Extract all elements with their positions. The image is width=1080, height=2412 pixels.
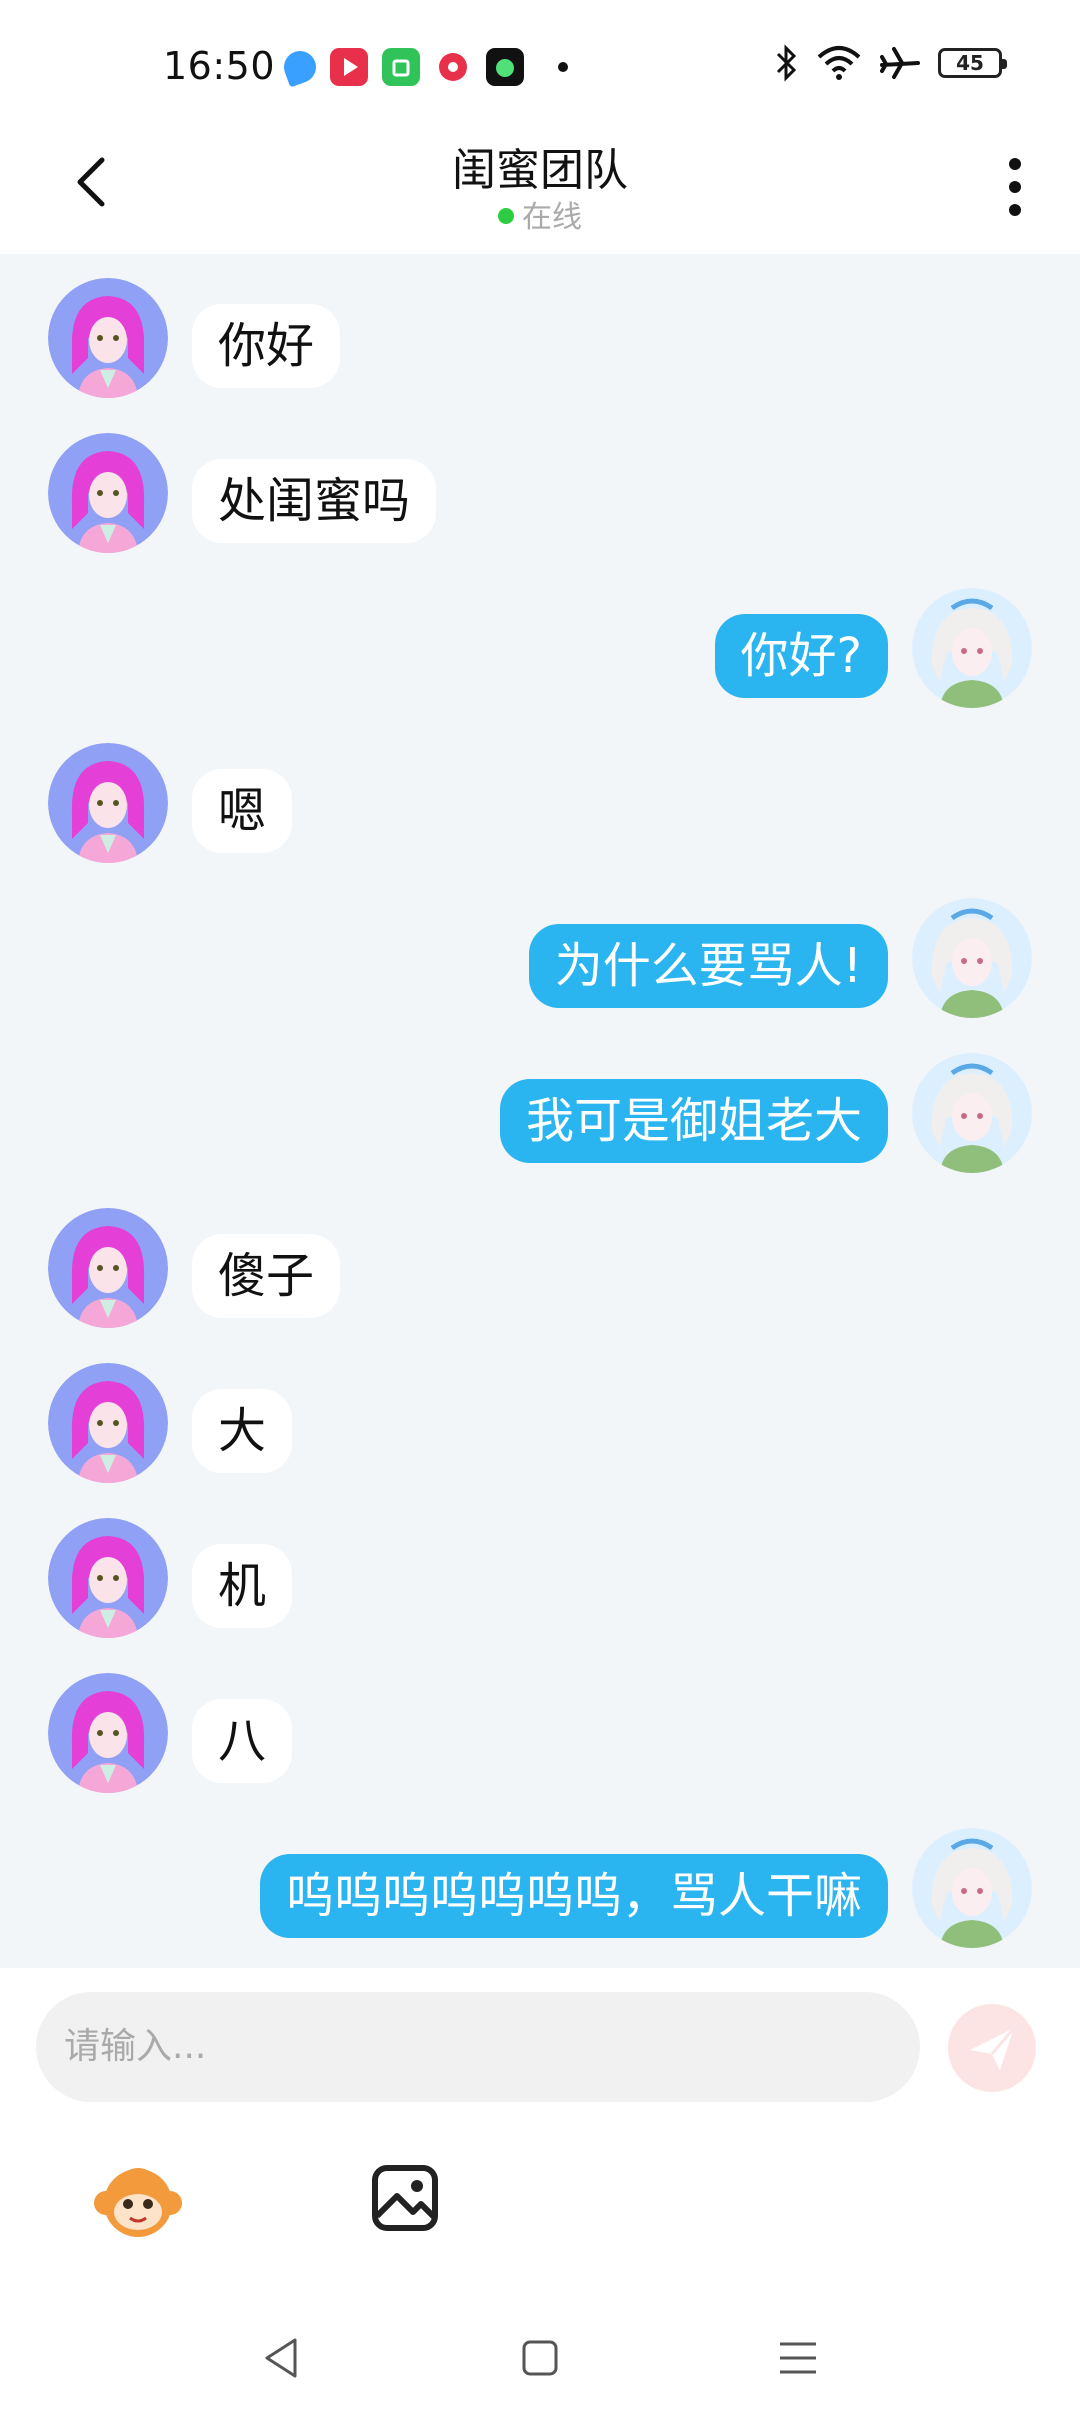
received-message-bubble[interactable]: 处闺蜜吗 [192,459,437,543]
nav-menu-button[interactable] [768,2328,828,2388]
video-app-icon [330,48,368,86]
system-navigation-bar [0,2300,1080,2412]
message-row: 我可是御姐老大 [0,1053,1080,1183]
user-avatar[interactable] [912,898,1032,1018]
notification-icons [279,46,568,88]
status-indicators: 45 [774,44,1007,82]
record-app-icon [434,48,472,86]
message-input[interactable]: 请输入... [36,1992,920,2102]
send-button[interactable] [948,2004,1036,2092]
user-avatar[interactable] [912,1828,1032,1948]
received-message-bubble[interactable]: 机 [192,1544,293,1628]
received-message-bubble[interactable]: 嗯 [192,769,293,853]
nav-home-button[interactable] [510,2328,570,2388]
message-list[interactable]: 你好处闺蜜吗你好? 嗯为什么要骂人! 我可是御姐老大傻子大机八呜呜呜呜呜呜呜，骂人干… [0,254,1080,1968]
contact-avatar[interactable] [48,1363,168,1483]
message-row: 嗯 [0,743,1080,873]
message-row: 八 [0,1673,1080,1803]
sent-message-bubble[interactable]: 你好? [714,614,888,698]
message-row: 机 [0,1518,1080,1648]
received-message-bubble[interactable]: 你好 [192,304,341,388]
message-row: 处闺蜜吗 [0,433,1080,563]
status-bar: 16:50 45 [0,0,1080,130]
online-indicator-dot [498,207,514,224]
sent-message-bubble[interactable]: 为什么要骂人! [528,924,888,1008]
received-message-bubble[interactable]: 大 [192,1389,293,1473]
status-time: 16:50 [163,44,276,88]
send-icon [970,2027,1016,2070]
message-row: 呜呜呜呜呜呜呜，骂人干嘛 [0,1828,1080,1958]
contact-avatar[interactable] [48,743,168,863]
chat-header: 闺蜜团队 在线 [0,130,1080,254]
message-row: 傻子 [0,1208,1080,1338]
online-status: 在线 [0,192,1080,236]
contact-avatar[interactable] [48,278,168,398]
chat-title: 闺蜜团队 [452,145,628,196]
wifi-icon [817,46,861,80]
contact-avatar[interactable] [48,1673,168,1793]
sent-message-bubble[interactable]: 我可是御姐老大 [499,1079,888,1163]
online-status-label: 在线 [522,200,582,235]
app-notification-icon [279,46,321,88]
message-row: 大 [0,1363,1080,1493]
airplane-mode-icon [880,47,920,79]
nav-back-button[interactable] [253,2328,313,2388]
received-message-bubble[interactable]: 傻子 [192,1234,341,1318]
nav-menu-icon [780,2342,816,2374]
image-picker-button[interactable] [355,2148,455,2248]
mascot-emoji-button[interactable] [88,2148,188,2248]
more-vertical-icon [1009,158,1021,216]
contact-avatar[interactable] [48,433,168,553]
nav-back-icon [265,2338,297,2378]
user-avatar[interactable] [912,1053,1032,1173]
more-options-button[interactable] [990,152,1040,222]
shopping-app-icon [382,48,420,86]
more-notifications-dot [558,62,568,72]
contact-avatar[interactable] [48,1208,168,1328]
message-row: 你好? [0,588,1080,718]
message-row: 你好 [0,278,1080,408]
monkey-mascot-icon [94,2168,182,2237]
user-avatar[interactable] [912,588,1032,708]
nav-home-icon [522,2340,558,2376]
contact-avatar[interactable] [48,1518,168,1638]
sent-message-bubble[interactable]: 呜呜呜呜呜呜呜，骂人干嘛 [259,1854,888,1938]
battery-indicator: 45 [938,48,1007,78]
music-app-icon [486,48,524,86]
message-row: 为什么要骂人! [0,898,1080,1028]
received-message-bubble[interactable]: 八 [192,1699,293,1783]
image-icon [372,2165,438,2231]
bluetooth-icon [776,44,797,82]
